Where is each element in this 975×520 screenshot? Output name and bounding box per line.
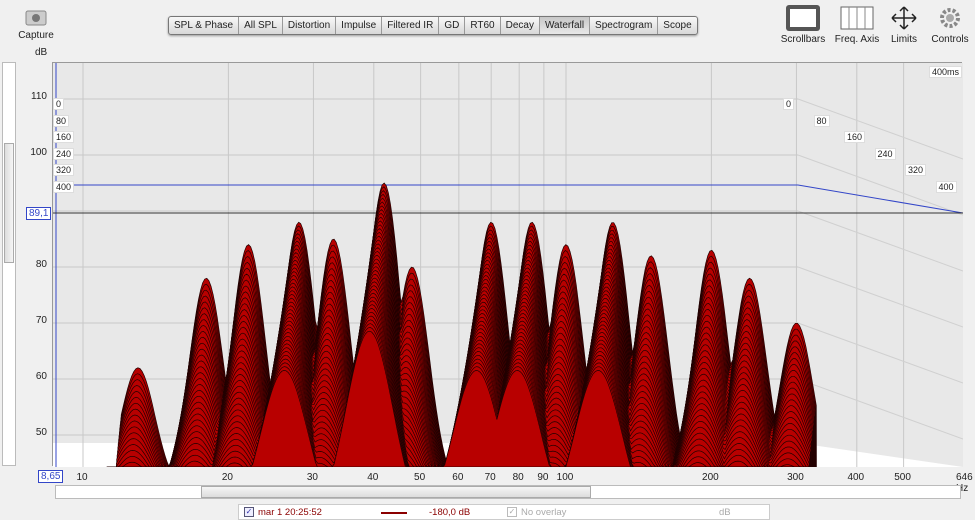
x-tick-label: 70 (484, 472, 496, 483)
grid-icon (840, 6, 874, 30)
trace-swatch (381, 512, 407, 514)
tab-distortion[interactable]: Distortion (283, 17, 337, 34)
scrollbars-button[interactable]: Scrollbars (778, 4, 828, 45)
tab-rt60[interactable]: RT60 (465, 17, 501, 34)
time-label-right: 240 (874, 147, 896, 160)
y-tick-label: 100 (30, 147, 47, 158)
time-label-left: 400 (53, 180, 75, 193)
y-unit-label: dB (35, 47, 48, 58)
measurement-offset: -180,0 dB (429, 507, 471, 518)
scrollbars-icon (786, 5, 820, 31)
freq-axis-button[interactable]: Freq. Axis (832, 4, 882, 45)
time-label-right: 0 (783, 98, 795, 110)
x-tick-label: 80 (512, 472, 524, 483)
x-tick-label: 300 (787, 472, 804, 483)
x-tick-label: 200 (702, 472, 719, 483)
time-label-right: 320 (905, 164, 927, 176)
y-cursor-readout: 89,1 (26, 207, 52, 220)
x-tick-label: 400 (847, 472, 865, 483)
measurement-checkbox[interactable]: ✓ (244, 507, 254, 517)
x-tick-label: 40 (367, 472, 379, 483)
y-tick-label: 60 (35, 371, 47, 382)
camera-icon (25, 10, 47, 26)
tab-waterfall[interactable]: Waterfall (539, 17, 591, 34)
time-label-right: 80 (813, 114, 830, 127)
x-tick-label: 30 (306, 472, 318, 483)
overlay-checkbox[interactable]: ✓ (507, 507, 517, 517)
legend-bar: ✓ mar 1 20:25:52 -180,0 dB ✓ No overlay … (238, 504, 770, 520)
horizontal-scroll-thumb[interactable] (201, 486, 591, 498)
x-tick-label: 20 (221, 472, 233, 483)
horizontal-scrollbar[interactable] (55, 485, 961, 499)
scrollbars-label: Scrollbars (780, 34, 826, 45)
x-cursor-readout: 8,65 (38, 470, 64, 483)
time-label-left: 320 (53, 164, 75, 176)
x-tick-label: 90 (537, 472, 549, 483)
y-tick-label: 70 (35, 315, 47, 326)
x-tick-label: 100 (556, 472, 574, 483)
tab-all-spl[interactable]: All SPL (239, 17, 283, 34)
measurement-name: mar 1 20:25:52 (258, 507, 322, 518)
overlay-unit: dB (719, 507, 731, 518)
time-corner-label: 400ms (928, 66, 962, 78)
limits-label: Limits (890, 34, 918, 45)
tab-gd[interactable]: GD (439, 17, 466, 34)
tab-spl-phase[interactable]: SPL & Phase (169, 17, 240, 34)
time-label-left: 240 (53, 147, 75, 160)
tab-filtered-ir[interactable]: Filtered IR (382, 17, 440, 34)
capture-label: Capture (18, 30, 54, 41)
arrows-icon (891, 6, 917, 30)
tab-decay[interactable]: Decay (501, 17, 540, 34)
limits-button[interactable]: Limits (884, 4, 924, 45)
time-label-left: 160 (53, 131, 75, 143)
y-tick-label: 110 (31, 91, 47, 102)
vertical-scrollbar[interactable] (2, 62, 16, 466)
view-tabs: SPL & Phase All SPL Distortion Impulse Filte… (168, 16, 698, 35)
time-label-left: 80 (53, 114, 70, 127)
overlay-label: No overlay (521, 507, 567, 518)
tab-scope[interactable]: Scope (658, 17, 696, 34)
x-tick-label: 60 (452, 472, 464, 483)
tab-spectrogram[interactable]: Spectrogram (590, 17, 659, 34)
vertical-scroll-thumb[interactable] (4, 143, 14, 263)
controls-button[interactable]: Controls (928, 4, 972, 45)
controls-label: Controls (931, 34, 969, 45)
tab-impulse[interactable]: Impulse (336, 17, 383, 34)
time-label-right: 400 (935, 180, 957, 193)
y-tick-label: 80 (35, 259, 47, 270)
capture-button[interactable]: Capture (14, 6, 58, 41)
time-label-right: 160 (844, 131, 866, 143)
x-tick-label: 50 (414, 472, 426, 483)
gear-icon (940, 8, 960, 28)
x-tick-label: 10 (76, 472, 88, 483)
freq-axis-label: Freq. Axis (834, 34, 880, 45)
time-label-left: 0 (53, 98, 65, 110)
x-tick-label: 500 (894, 472, 911, 483)
y-tick-label: 50 (35, 427, 47, 438)
